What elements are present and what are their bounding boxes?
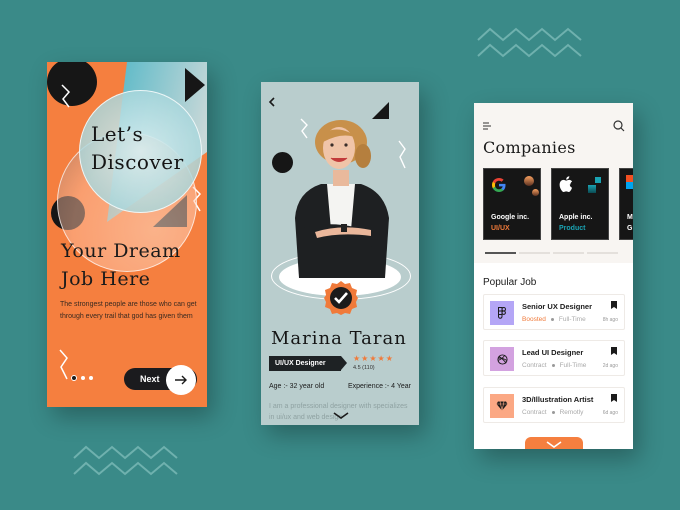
age-label: Age :- 32 year old [269, 383, 325, 390]
search-icon[interactable] [613, 120, 625, 132]
chevron-left-icon[interactable] [268, 97, 276, 107]
rating-stars: ★★★★★ [353, 354, 394, 363]
carousel-indicator-item[interactable] [587, 252, 618, 254]
triangle-decoration [372, 102, 389, 119]
bookmark-icon[interactable] [611, 347, 617, 355]
decorative-orb [532, 189, 539, 196]
job-logo [490, 394, 514, 418]
page-dot[interactable] [89, 376, 93, 380]
job-title: Senior UX Designer [522, 302, 593, 311]
job-title: Lead UI Designer [522, 348, 584, 357]
job-type: Full-Time [558, 316, 586, 323]
page-title: Companies [483, 138, 576, 157]
dribbble-icon [496, 353, 508, 365]
company-name: Google inc. [491, 214, 530, 221]
experience-label: Experience :- 4 Year [347, 383, 411, 390]
zigzag-decoration-bottom-left [73, 445, 178, 476]
company-category: Product [559, 225, 586, 232]
section-title: Popular Job [483, 277, 537, 288]
carousel-indicator-item[interactable] [553, 252, 584, 254]
job-tag: Contract [522, 362, 547, 369]
company-name: Apple inc. [559, 214, 593, 221]
hero-heading: Let’s Discover [91, 120, 184, 176]
next-arrow-button[interactable] [166, 365, 196, 395]
page-dot[interactable] [81, 376, 85, 380]
job-title: 3D/Illustration Artist [522, 395, 594, 404]
decorative-square [588, 185, 596, 193]
company-card[interactable]: Google inc. UI/UX [483, 168, 541, 240]
profile-photo [295, 120, 389, 278]
zigzag-decoration-top-right [477, 27, 582, 58]
company-category: UI/UX [491, 225, 510, 232]
verified-badge-icon [324, 281, 358, 315]
job-posted-time: 8h ago [602, 317, 618, 323]
role-badge: UI/UX Designer [269, 356, 347, 371]
job-logo [490, 301, 514, 325]
triangle-decoration [185, 68, 205, 102]
job-type: Remotly [559, 409, 584, 416]
decorative-square [595, 177, 601, 183]
carousel-indicator-active[interactable] [485, 252, 516, 254]
bookmark-icon[interactable] [611, 394, 617, 402]
job-card[interactable]: 3D/Illustration Artist Contract Remotly 6… [483, 387, 625, 423]
job-meta: Boosted Full-Time [522, 316, 586, 323]
sub-heading-line: Your Dream [61, 240, 181, 262]
decorative-orb [524, 176, 534, 186]
job-card[interactable]: Lead UI Designer Contract Full-Time 2d ag… [483, 340, 625, 376]
squiggle-decoration [61, 84, 71, 108]
sub-heading: Your Dream Job Here [61, 237, 181, 293]
company-card[interactable]: Apple inc. Product [551, 168, 609, 240]
load-more-button[interactable] [525, 437, 583, 449]
job-logo [490, 347, 514, 371]
job-meta: Contract Full-Time [522, 362, 586, 369]
chevron-down-icon[interactable] [333, 412, 349, 420]
page-indicator [71, 375, 93, 381]
microsoft-logo-icon [626, 175, 633, 189]
company-name: Mi [627, 214, 633, 221]
profile-screen: Marina Taran UI/UX Designer ★★★★★ 4.5 (1… [261, 82, 419, 425]
job-posted-time: 6d ago [602, 410, 618, 416]
profile-name: Marina Taran [271, 328, 407, 349]
onboarding-description: The strongest people are those who can g… [60, 301, 197, 320]
job-type: Full-Time [559, 362, 587, 369]
arrow-right-icon [175, 375, 187, 385]
hero-heading-line: Let’s [91, 122, 144, 146]
bookmark-icon[interactable] [611, 301, 617, 309]
figma-icon [498, 307, 506, 319]
diamond-icon [496, 401, 508, 411]
job-card[interactable]: Senior UX Designer Boosted Full-Time 8h a… [483, 294, 625, 330]
apple-logo-icon [559, 176, 573, 192]
job-tag: Contract [522, 409, 547, 416]
squiggle-decoration [398, 140, 406, 169]
carousel-indicator [485, 252, 618, 254]
job-tag: Boosted [522, 316, 546, 323]
companies-screen: Companies Google inc. UI/UX Apple inc. P… [474, 103, 633, 449]
google-logo-icon [492, 178, 506, 192]
onboarding-screen: Let’s Discover Your Dream Job Here The s… [47, 62, 207, 407]
squiggle-decoration [59, 349, 68, 380]
company-card[interactable]: Mi Gr [619, 168, 633, 240]
carousel-indicator-item[interactable] [519, 252, 550, 254]
job-posted-time: 2d ago [602, 363, 618, 369]
hamburger-menu-icon[interactable] [483, 122, 491, 130]
rating-text: 4.5 (110) [353, 365, 375, 371]
hero-heading-line: Discover [91, 150, 184, 174]
chevron-down-icon [546, 440, 562, 448]
company-category: Gr [627, 225, 633, 232]
job-meta: Contract Remotly [522, 409, 583, 416]
sub-heading-line: Job Here [61, 268, 151, 290]
page-dot-active[interactable] [71, 375, 77, 381]
